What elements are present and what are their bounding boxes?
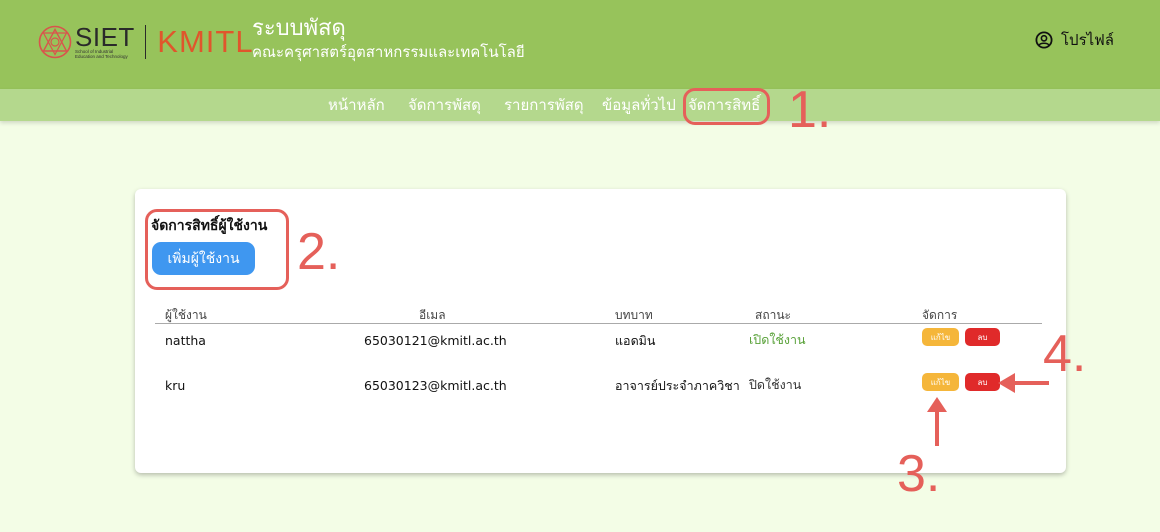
cell-email: 65030123@kmitl.ac.th — [364, 378, 507, 393]
cell-role: อาจารย์ประจำภาควิชา — [615, 378, 740, 393]
cell-role: แอดมิน — [615, 333, 656, 348]
logo-divider — [144, 25, 147, 59]
main-nav: หน้าหลัก จัดการพัสดุ รายการพัสดุ ข้อมูลท… — [0, 89, 1160, 121]
nav-item-supply-list[interactable]: รายการพัสดุ — [504, 95, 584, 115]
nav-item-general-info[interactable]: ข้อมูลทั่วไป — [602, 95, 676, 115]
profile-button[interactable]: โปรไฟล์ — [1035, 28, 1114, 52]
cell-status-inactive: ปิดใช้งาน — [749, 377, 802, 392]
cell-username: kru — [165, 378, 186, 393]
siet-wordmark: SIET — [75, 22, 135, 52]
add-user-button[interactable]: เพิ่มผู้ใช้งาน — [152, 242, 255, 275]
edit-button[interactable]: แก้ไข — [922, 373, 959, 391]
app-header: SIET School of Industrial Education and … — [0, 0, 1160, 89]
logo[interactable]: SIET School of Industrial Education and … — [38, 20, 254, 64]
card-title: จัดการสิทธิ์ผู้ใช้งาน — [151, 218, 268, 234]
cell-status-active: เปิดใช้งาน — [749, 332, 806, 347]
kmitl-wordmark: KMITL — [157, 24, 254, 59]
delete-button[interactable]: ลบ — [965, 328, 1000, 346]
nav-item-home[interactable]: หน้าหลัก — [328, 95, 385, 115]
edit-button[interactable]: แก้ไข — [922, 328, 959, 346]
siet-logo-icon — [38, 25, 72, 59]
nav-item-manage-supplies[interactable]: จัดการพัสดุ — [408, 95, 481, 115]
cell-email: 65030121@kmitl.ac.th — [364, 333, 507, 348]
delete-button[interactable]: ลบ — [965, 373, 1000, 391]
profile-label: โปรไฟล์ — [1061, 31, 1114, 49]
user-permissions-card: จัดการสิทธิ์ผู้ใช้งาน เพิ่มผู้ใช้งาน ผู้… — [135, 189, 1066, 473]
user-circle-icon — [1035, 31, 1053, 49]
app-title: ระบบพัสดุ — [252, 16, 346, 41]
table-header-divider — [155, 323, 1042, 324]
siet-subtitle-line-2: Education and Technology — [75, 54, 128, 59]
cell-username: nattha — [165, 333, 206, 348]
nav-item-manage-permissions[interactable]: จัดการสิทธิ์ — [688, 95, 760, 115]
app-subtitle: คณะครุศาสตร์อุตสาหกรรมและเทคโนโลยี — [252, 43, 525, 61]
